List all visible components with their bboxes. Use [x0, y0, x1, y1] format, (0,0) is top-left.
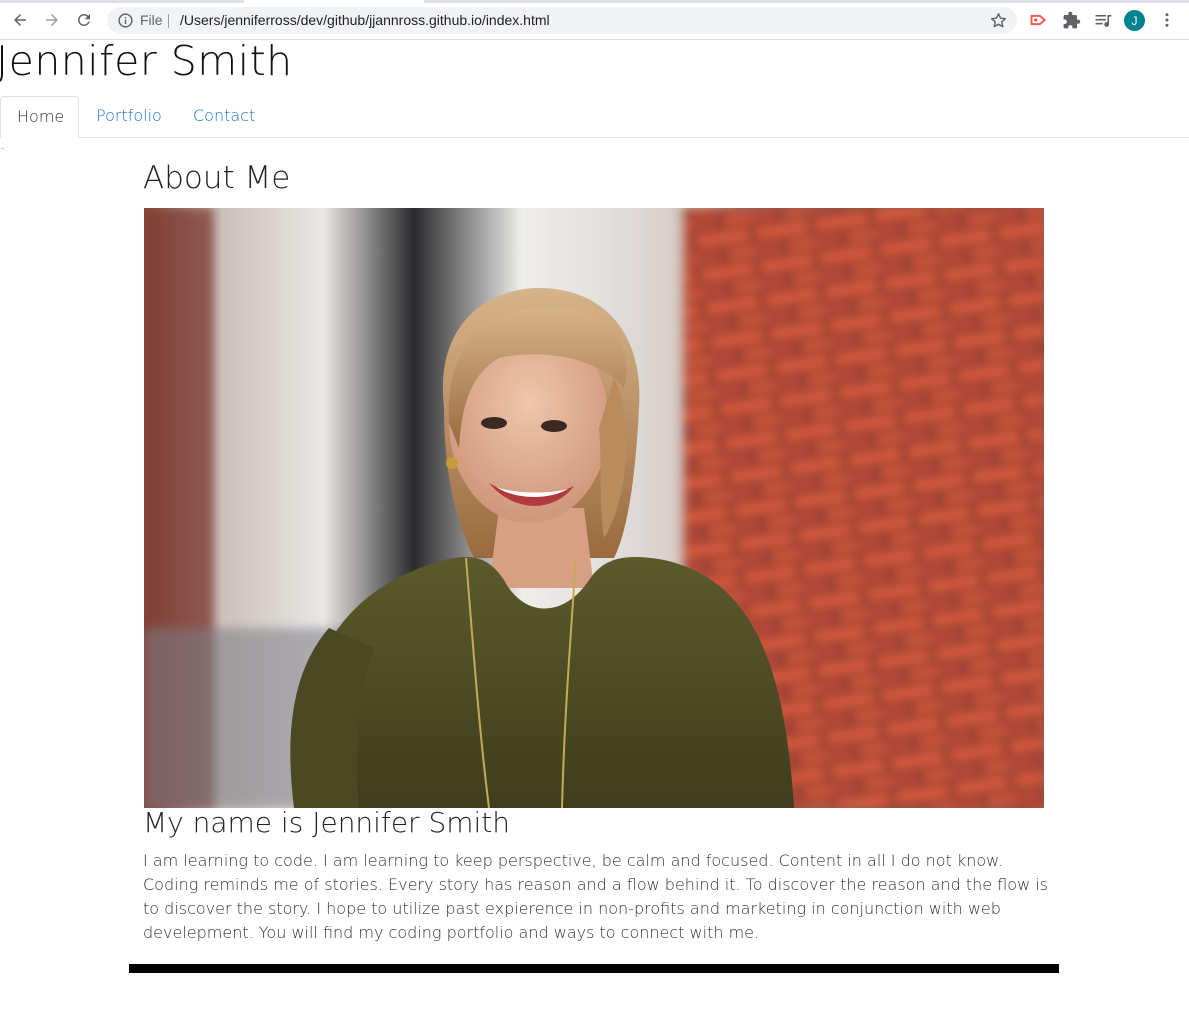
reload-icon: [77, 13, 90, 26]
kebab-menu-icon: [1165, 13, 1169, 27]
url-scheme-label: File: [140, 12, 163, 28]
back-button[interactable]: [8, 8, 32, 32]
browser-toolbar: File /Users/jenniferross/dev/github/jjan…: [0, 0, 1189, 40]
footer-bar: [129, 964, 1059, 973]
url-text[interactable]: /Users/jenniferross/dev/github/jjannross…: [180, 12, 550, 29]
profile-photo: [144, 208, 1044, 808]
tag-icon: [1030, 14, 1046, 26]
arrow-left-icon: [14, 14, 26, 26]
nav-tab-portfolio[interactable]: Portfolio: [80, 96, 178, 138]
puzzle-icon: [1063, 11, 1080, 28]
address-bar[interactable]: File /Users/jenniferross/dev/github/jjan…: [107, 7, 1017, 34]
forward-button[interactable]: [40, 8, 64, 32]
nav-tab-contact[interactable]: Contact: [177, 96, 271, 138]
tab-strip-edge: [0, 0, 244, 3]
profile-avatar[interactable]: J: [1124, 10, 1145, 31]
bio-paragraph: I am learning to code. I am learning to …: [143, 851, 1049, 942]
star-icon[interactable]: [989, 11, 1008, 30]
playlist-icon: [1095, 14, 1111, 27]
portrait-illustration: [144, 208, 1044, 808]
site-title: Jennifer Smith: [0, 37, 293, 85]
nav-tab-home[interactable]: Home: [0, 96, 79, 138]
menu-button[interactable]: [1156, 9, 1178, 31]
media-button[interactable]: [1092, 9, 1114, 31]
info-icon[interactable]: [117, 12, 134, 29]
site-nav: Home Portfolio Contact: [0, 96, 1189, 138]
extensions-button[interactable]: [1060, 9, 1082, 31]
extension-button[interactable]: [1028, 9, 1050, 31]
stray-marker: ··: [1, 146, 5, 153]
arrow-right-icon: [46, 14, 58, 26]
name-heading: My name is Jennifer Smith: [143, 806, 511, 839]
reload-button[interactable]: [72, 8, 96, 32]
about-heading: About Me: [143, 160, 291, 196]
tab-strip-edge: [424, 0, 1189, 3]
divider: [168, 14, 169, 28]
